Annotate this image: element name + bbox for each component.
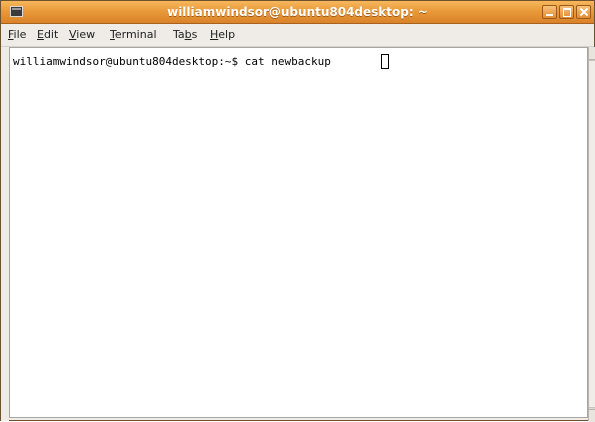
maximize-icon[interactable] xyxy=(559,5,574,19)
terminal-line: williamwindsor@ubuntu804desktop:~$ cat n… xyxy=(13,55,331,69)
menu-tabs[interactable]: Tabs xyxy=(173,28,197,42)
window-left-border xyxy=(1,47,9,421)
vertical-scrollbar[interactable] xyxy=(588,47,595,422)
text-cursor xyxy=(381,54,389,69)
minimize-icon[interactable] xyxy=(542,5,557,19)
scrollbar-thumb[interactable] xyxy=(589,60,595,408)
menu-file-label: ile xyxy=(13,28,27,41)
terminal-window: williamwindsor@ubuntu804desktop: ~ File … xyxy=(0,0,595,422)
scroll-up-icon[interactable] xyxy=(589,47,595,60)
menu-bar: File Edit View Terminal Tabs Help xyxy=(1,24,594,47)
menu-terminal-label: erminal xyxy=(114,28,157,41)
menu-tabs-prefix: Ta xyxy=(173,28,185,41)
terminal-output-area[interactable]: williamwindsor@ubuntu804desktop:~$ cat n… xyxy=(9,47,588,418)
menu-tabs-mnemonic: b xyxy=(184,28,192,41)
terminal-command: cat newbackup xyxy=(244,55,331,68)
menu-edit[interactable]: Edit xyxy=(37,28,58,42)
scroll-down-icon[interactable] xyxy=(589,409,595,422)
menu-view[interactable]: View xyxy=(69,28,95,42)
terminal-prompt: williamwindsor@ubuntu804desktop:~$ xyxy=(13,55,245,68)
close-icon[interactable] xyxy=(576,5,591,19)
menu-help[interactable]: Help xyxy=(210,28,235,42)
menu-terminal[interactable]: Terminal xyxy=(110,28,157,42)
menu-view-label: iew xyxy=(76,28,96,41)
window-title: williamwindsor@ubuntu804desktop: ~ xyxy=(167,5,428,19)
menu-tabs-label: s xyxy=(191,28,198,41)
menu-edit-mnemonic: E xyxy=(37,28,44,41)
menu-file[interactable]: File xyxy=(8,28,26,42)
menu-edit-label: dit xyxy=(43,28,59,41)
menu-help-label: elp xyxy=(218,28,236,41)
title-bar[interactable]: williamwindsor@ubuntu804desktop: ~ xyxy=(1,1,594,24)
